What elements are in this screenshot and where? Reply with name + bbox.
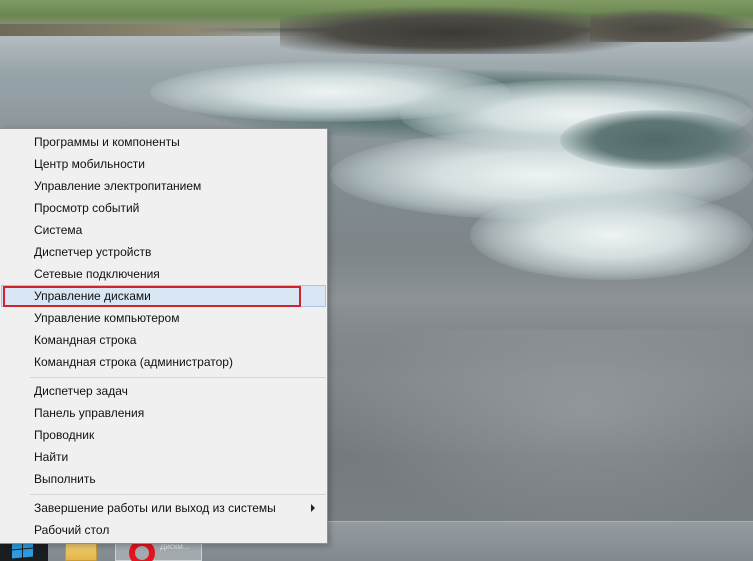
menu-item-desktop[interactable]: Рабочий стол [1, 519, 326, 541]
wallpaper-rocks-right [590, 10, 753, 42]
submenu-arrow-icon [311, 504, 315, 512]
menu-item-run[interactable]: Выполнить [1, 468, 326, 490]
wave-foam [470, 190, 753, 280]
menu-item-disk-management[interactable]: Управление дисками [1, 285, 326, 307]
wallpaper-sand-sheen [330, 330, 753, 530]
wave-shadow [560, 110, 753, 170]
menu-item-computer-management[interactable]: Управление компьютером [1, 307, 326, 329]
menu-item-mobility-center[interactable]: Центр мобильности [1, 153, 326, 175]
menu-item-event-viewer[interactable]: Просмотр событий [1, 197, 326, 219]
menu-item-system[interactable]: Система [1, 219, 326, 241]
menu-item-control-panel[interactable]: Панель управления [1, 402, 326, 424]
menu-item-network-connections[interactable]: Сетевые подключения [1, 263, 326, 285]
menu-item-task-manager[interactable]: Диспетчер задач [1, 380, 326, 402]
menu-item-command-prompt[interactable]: Командная строка [1, 329, 326, 351]
menu-item-shutdown-or-sign-out[interactable]: Завершение работы или выход из системы [1, 497, 326, 519]
menu-item-programs-and-features[interactable]: Программы и компоненты [1, 131, 326, 153]
menu-item-device-manager[interactable]: Диспетчер устройств [1, 241, 326, 263]
menu-item-power-options[interactable]: Управление электропитанием [1, 175, 326, 197]
menu-separator [30, 377, 326, 378]
folder-icon [65, 537, 97, 561]
menu-item-search[interactable]: Найти [1, 446, 326, 468]
winx-context-menu: Программы и компоненты Центр мобильности… [0, 128, 328, 544]
menu-item-command-prompt-admin[interactable]: Командная строка (администратор) [1, 351, 326, 373]
menu-separator [30, 494, 326, 495]
menu-item-explorer[interactable]: Проводник [1, 424, 326, 446]
